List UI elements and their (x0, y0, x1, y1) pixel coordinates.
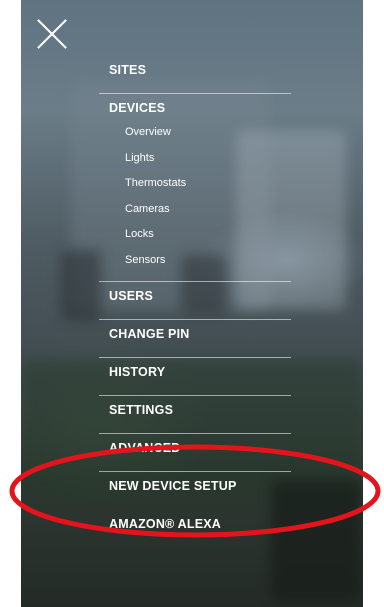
submenu-item-thermostats[interactable]: Thermostats (99, 171, 291, 197)
submenu-item-lights[interactable]: Lights (99, 146, 291, 172)
close-icon[interactable] (36, 18, 68, 50)
menu-item-sites[interactable]: SITES (99, 56, 291, 94)
menu-item-change-pin[interactable]: CHANGE PIN (99, 320, 291, 358)
menu-item-history[interactable]: HISTORY (99, 358, 291, 396)
submenu-item-cameras[interactable]: Cameras (99, 197, 291, 223)
submenu-item-sensors[interactable]: Sensors (99, 248, 291, 274)
menu-item-settings[interactable]: SETTINGS (99, 396, 291, 434)
menu-item-devices[interactable]: DEVICES (99, 94, 291, 120)
background-window (61, 250, 101, 320)
menu-item-advanced[interactable]: ADVANCED (99, 434, 291, 472)
app-root: SITES DEVICES Overview Lights Thermostat… (0, 0, 384, 607)
menu-item-new-device-setup[interactable]: NEW DEVICE SETUP (99, 472, 291, 510)
submenu-item-overview[interactable]: Overview (99, 120, 291, 146)
side-menu: SITES DEVICES Overview Lights Thermostat… (99, 56, 291, 548)
devices-section: DEVICES Overview Lights Thermostats Came… (99, 94, 291, 282)
menu-item-amazon-alexa[interactable]: AMAZON® ALEXA (99, 510, 291, 548)
submenu-item-locks[interactable]: Locks (99, 222, 291, 248)
menu-item-users[interactable]: USERS (99, 282, 291, 320)
